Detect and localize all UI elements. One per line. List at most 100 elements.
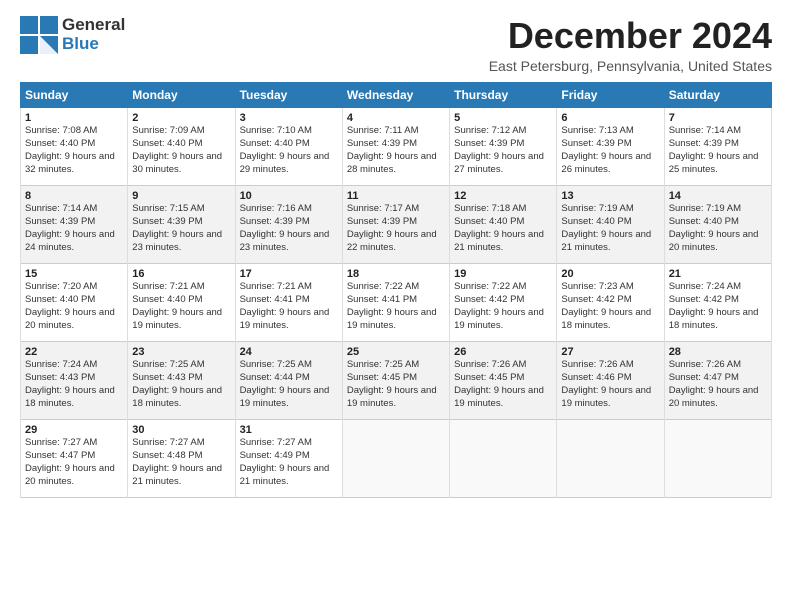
sunset: Sunset: 4:39 PM	[347, 138, 445, 151]
daylight: Daylight: 9 hours and 21 minutes.	[132, 463, 230, 489]
col-tuesday: Tuesday	[235, 82, 342, 107]
day-number: 19	[454, 267, 552, 282]
sunset: Sunset: 4:49 PM	[240, 450, 338, 463]
sunrise: Sunrise: 7:15 AM	[132, 203, 230, 216]
day-cell: 17Sunrise: 7:21 AMSunset: 4:41 PMDayligh…	[235, 263, 342, 341]
calendar-table: Sunday Monday Tuesday Wednesday Thursday…	[20, 82, 772, 498]
day-cell: 16Sunrise: 7:21 AMSunset: 4:40 PMDayligh…	[128, 263, 235, 341]
day-number: 30	[132, 423, 230, 438]
day-number: 5	[454, 111, 552, 126]
sunset: Sunset: 4:48 PM	[132, 450, 230, 463]
title-block: December 2024 East Petersburg, Pennsylva…	[489, 16, 772, 74]
day-cell: 1Sunrise: 7:08 AMSunset: 4:40 PMDaylight…	[21, 107, 128, 185]
sunset: Sunset: 4:47 PM	[25, 450, 123, 463]
logo-icon	[20, 16, 58, 54]
sunrise: Sunrise: 7:26 AM	[669, 359, 767, 372]
day-number: 21	[669, 267, 767, 282]
day-cell: 3Sunrise: 7:10 AMSunset: 4:40 PMDaylight…	[235, 107, 342, 185]
day-number: 18	[347, 267, 445, 282]
week-row-4: 22Sunrise: 7:24 AMSunset: 4:43 PMDayligh…	[21, 341, 772, 419]
day-cell: 5Sunrise: 7:12 AMSunset: 4:39 PMDaylight…	[450, 107, 557, 185]
daylight: Daylight: 9 hours and 26 minutes.	[561, 151, 659, 177]
daylight: Daylight: 9 hours and 24 minutes.	[25, 229, 123, 255]
sunrise: Sunrise: 7:12 AM	[454, 125, 552, 138]
col-saturday: Saturday	[664, 82, 771, 107]
daylight: Daylight: 9 hours and 20 minutes.	[25, 307, 123, 333]
daylight: Daylight: 9 hours and 19 minutes.	[561, 385, 659, 411]
sunrise: Sunrise: 7:21 AM	[132, 281, 230, 294]
sunrise: Sunrise: 7:26 AM	[561, 359, 659, 372]
sunset: Sunset: 4:40 PM	[25, 294, 123, 307]
day-number: 17	[240, 267, 338, 282]
sunset: Sunset: 4:44 PM	[240, 372, 338, 385]
sunrise: Sunrise: 7:21 AM	[240, 281, 338, 294]
sunrise: Sunrise: 7:19 AM	[669, 203, 767, 216]
page: General Blue December 2024 East Petersbu…	[0, 0, 792, 612]
sunset: Sunset: 4:39 PM	[240, 216, 338, 229]
day-number: 29	[25, 423, 123, 438]
week-row-1: 1Sunrise: 7:08 AMSunset: 4:40 PMDaylight…	[21, 107, 772, 185]
day-number: 7	[669, 111, 767, 126]
day-number: 8	[25, 189, 123, 204]
day-number: 23	[132, 345, 230, 360]
daylight: Daylight: 9 hours and 18 minutes.	[561, 307, 659, 333]
day-cell: 21Sunrise: 7:24 AMSunset: 4:42 PMDayligh…	[664, 263, 771, 341]
sunset: Sunset: 4:45 PM	[454, 372, 552, 385]
sunset: Sunset: 4:41 PM	[240, 294, 338, 307]
sunset: Sunset: 4:40 PM	[454, 216, 552, 229]
day-cell: 8Sunrise: 7:14 AMSunset: 4:39 PMDaylight…	[21, 185, 128, 263]
sunset: Sunset: 4:45 PM	[347, 372, 445, 385]
day-cell: 18Sunrise: 7:22 AMSunset: 4:41 PMDayligh…	[342, 263, 449, 341]
day-cell: 13Sunrise: 7:19 AMSunset: 4:40 PMDayligh…	[557, 185, 664, 263]
daylight: Daylight: 9 hours and 32 minutes.	[25, 151, 123, 177]
sunset: Sunset: 4:47 PM	[669, 372, 767, 385]
day-cell	[664, 419, 771, 497]
sunrise: Sunrise: 7:24 AM	[669, 281, 767, 294]
sunset: Sunset: 4:40 PM	[669, 216, 767, 229]
sunset: Sunset: 4:43 PM	[132, 372, 230, 385]
sunrise: Sunrise: 7:22 AM	[454, 281, 552, 294]
sunset: Sunset: 4:42 PM	[561, 294, 659, 307]
daylight: Daylight: 9 hours and 20 minutes.	[669, 385, 767, 411]
sunrise: Sunrise: 7:27 AM	[240, 437, 338, 450]
daylight: Daylight: 9 hours and 30 minutes.	[132, 151, 230, 177]
sunset: Sunset: 4:40 PM	[25, 138, 123, 151]
sunrise: Sunrise: 7:27 AM	[132, 437, 230, 450]
daylight: Daylight: 9 hours and 18 minutes.	[669, 307, 767, 333]
daylight: Daylight: 9 hours and 21 minutes.	[561, 229, 659, 255]
day-cell: 2Sunrise: 7:09 AMSunset: 4:40 PMDaylight…	[128, 107, 235, 185]
daylight: Daylight: 9 hours and 21 minutes.	[240, 463, 338, 489]
sunset: Sunset: 4:41 PM	[347, 294, 445, 307]
day-number: 26	[454, 345, 552, 360]
day-number: 2	[132, 111, 230, 126]
day-cell: 26Sunrise: 7:26 AMSunset: 4:45 PMDayligh…	[450, 341, 557, 419]
day-number: 6	[561, 111, 659, 126]
daylight: Daylight: 9 hours and 19 minutes.	[240, 307, 338, 333]
sunrise: Sunrise: 7:14 AM	[25, 203, 123, 216]
week-row-3: 15Sunrise: 7:20 AMSunset: 4:40 PMDayligh…	[21, 263, 772, 341]
col-friday: Friday	[557, 82, 664, 107]
sunrise: Sunrise: 7:08 AM	[25, 125, 123, 138]
day-cell: 14Sunrise: 7:19 AMSunset: 4:40 PMDayligh…	[664, 185, 771, 263]
day-cell: 6Sunrise: 7:13 AMSunset: 4:39 PMDaylight…	[557, 107, 664, 185]
col-thursday: Thursday	[450, 82, 557, 107]
day-cell: 23Sunrise: 7:25 AMSunset: 4:43 PMDayligh…	[128, 341, 235, 419]
sunset: Sunset: 4:40 PM	[132, 294, 230, 307]
daylight: Daylight: 9 hours and 20 minutes.	[669, 229, 767, 255]
day-cell	[342, 419, 449, 497]
sunset: Sunset: 4:39 PM	[347, 216, 445, 229]
day-cell: 4Sunrise: 7:11 AMSunset: 4:39 PMDaylight…	[342, 107, 449, 185]
logo-blue: Blue	[62, 34, 99, 53]
daylight: Daylight: 9 hours and 19 minutes.	[132, 307, 230, 333]
header-row: Sunday Monday Tuesday Wednesday Thursday…	[21, 82, 772, 107]
day-cell: 9Sunrise: 7:15 AMSunset: 4:39 PMDaylight…	[128, 185, 235, 263]
day-cell: 19Sunrise: 7:22 AMSunset: 4:42 PMDayligh…	[450, 263, 557, 341]
day-cell: 7Sunrise: 7:14 AMSunset: 4:39 PMDaylight…	[664, 107, 771, 185]
sunrise: Sunrise: 7:10 AM	[240, 125, 338, 138]
daylight: Daylight: 9 hours and 22 minutes.	[347, 229, 445, 255]
day-number: 4	[347, 111, 445, 126]
sunset: Sunset: 4:46 PM	[561, 372, 659, 385]
day-number: 25	[347, 345, 445, 360]
day-number: 13	[561, 189, 659, 204]
sunset: Sunset: 4:42 PM	[669, 294, 767, 307]
